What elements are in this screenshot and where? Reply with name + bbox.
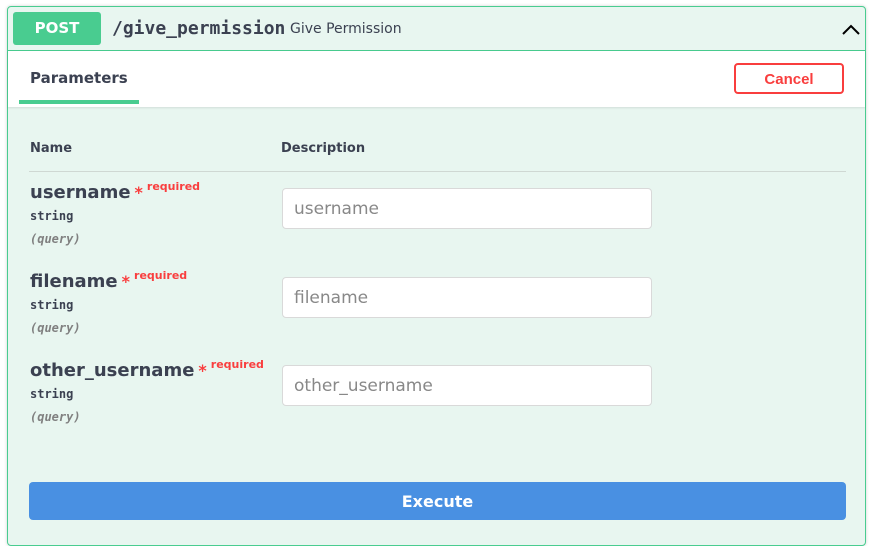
param-name: filename [30, 271, 118, 292]
required-star: * [121, 272, 131, 291]
tab-active-indicator [19, 100, 139, 104]
param-location: (query) [30, 410, 81, 424]
tab-parameters[interactable]: Parameters [19, 51, 139, 107]
param-type: string [30, 387, 74, 401]
operation-block: POST /give_permission Give Permission Pa… [7, 6, 866, 546]
parameters-header: Parameters Cancel [8, 51, 865, 107]
tab-parameters-label: Parameters [30, 69, 128, 87]
cancel-button[interactable]: Cancel [734, 63, 844, 94]
header-divider [29, 171, 846, 172]
operation-path: /give_permission [112, 18, 286, 39]
param-location: (query) [30, 321, 81, 335]
execute-button[interactable]: Execute [29, 482, 846, 520]
param-type: string [30, 209, 74, 223]
column-header-description: Description [281, 141, 366, 156]
filename-input[interactable] [282, 277, 652, 318]
chevron-up-icon[interactable] [840, 19, 862, 41]
method-badge: POST [13, 12, 101, 45]
required-star: * [134, 183, 143, 202]
required-label: required [210, 358, 264, 371]
operation-summary[interactable]: POST /give_permission Give Permission [8, 7, 865, 51]
param-location: (query) [30, 232, 81, 246]
required-star: * [198, 361, 207, 380]
other-username-input[interactable] [282, 365, 652, 406]
operation-summary-text: Give Permission [290, 21, 402, 37]
username-input[interactable] [282, 188, 652, 229]
column-header-name: Name [30, 141, 73, 156]
param-name: other_username [30, 360, 195, 381]
param-name: username [30, 182, 131, 203]
required-label: required [146, 180, 201, 193]
param-type: string [30, 298, 74, 312]
required-label: required [134, 269, 188, 282]
